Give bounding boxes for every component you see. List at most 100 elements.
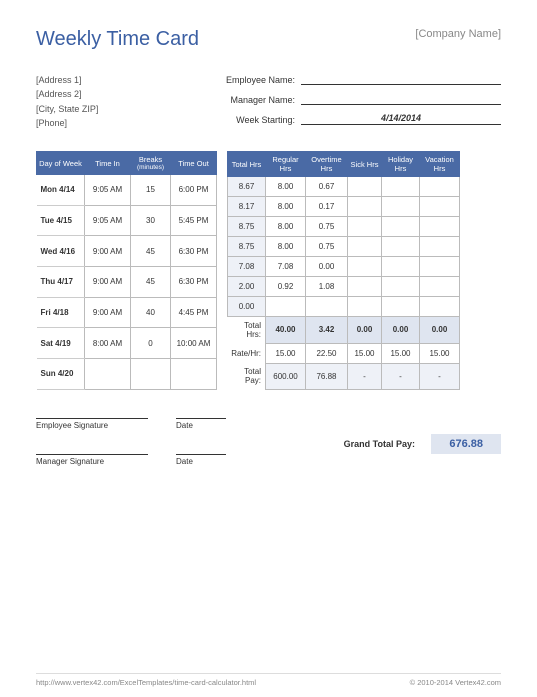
breaks-cell[interactable]: 0 xyxy=(131,328,171,359)
table-row: Mon 4/149:05 AM156:00 PM xyxy=(37,175,217,206)
day-cell: Mon 4/14 xyxy=(37,175,85,206)
vacation-hrs-cell[interactable] xyxy=(420,217,460,237)
time-in-cell[interactable]: 9:00 AM xyxy=(85,266,131,297)
city-state-zip: [City, State ZIP] xyxy=(36,102,211,116)
rate-overtime[interactable]: 22.50 xyxy=(306,343,348,363)
overtime-hrs-cell[interactable]: 0.17 xyxy=(306,197,348,217)
sick-hrs-cell[interactable] xyxy=(348,177,382,197)
regular-hrs-cell[interactable]: 8.00 xyxy=(266,217,306,237)
time-out-cell[interactable]: 5:45 PM xyxy=(171,205,217,236)
holiday-hrs-cell[interactable] xyxy=(382,237,420,257)
grand-total-value: 676.88 xyxy=(431,434,501,454)
pay-sick: - xyxy=(348,363,382,389)
sick-hrs-cell[interactable] xyxy=(348,277,382,297)
time-out-cell[interactable]: 6:30 PM xyxy=(171,236,217,267)
overtime-hrs-cell[interactable]: 1.08 xyxy=(306,277,348,297)
vacation-hrs-cell[interactable] xyxy=(420,197,460,217)
address-2: [Address 2] xyxy=(36,87,211,101)
vacation-hrs-cell[interactable] xyxy=(420,257,460,277)
time-out-cell[interactable]: 4:45 PM xyxy=(171,297,217,328)
overtime-hrs-cell[interactable] xyxy=(306,297,348,317)
time-in-cell[interactable]: 8:00 AM xyxy=(85,328,131,359)
vacation-hrs-cell[interactable] xyxy=(420,277,460,297)
vacation-hrs-cell[interactable] xyxy=(420,177,460,197)
col-time-out: Time Out xyxy=(171,152,217,175)
regular-hrs-cell[interactable] xyxy=(266,297,306,317)
vacation-hrs-cell[interactable] xyxy=(420,297,460,317)
vacation-hrs-cell[interactable] xyxy=(420,237,460,257)
overtime-hrs-cell[interactable]: 0.67 xyxy=(306,177,348,197)
day-cell: Sun 4/20 xyxy=(37,358,85,389)
time-out-cell[interactable] xyxy=(171,358,217,389)
week-starting-input[interactable]: 4/14/2014 xyxy=(301,113,501,125)
table-row: 0.00 xyxy=(228,297,460,317)
table-row: 2.000.921.08 xyxy=(228,277,460,297)
regular-hrs-cell[interactable]: 0.92 xyxy=(266,277,306,297)
breaks-cell[interactable]: 45 xyxy=(131,236,171,267)
regular-hrs-cell[interactable]: 8.00 xyxy=(266,237,306,257)
rate-holiday[interactable]: 15.00 xyxy=(382,343,420,363)
overtime-hrs-cell[interactable]: 0.75 xyxy=(306,217,348,237)
employee-signature-date[interactable]: Date xyxy=(176,418,226,430)
sick-hrs-cell[interactable] xyxy=(348,217,382,237)
holiday-hrs-cell[interactable] xyxy=(382,197,420,217)
col-time-in: Time In xyxy=(85,152,131,175)
time-in-cell[interactable]: 9:00 AM xyxy=(85,236,131,267)
time-in-cell[interactable]: 9:05 AM xyxy=(85,175,131,206)
time-out-cell[interactable]: 10:00 AM xyxy=(171,328,217,359)
pay-regular: 600.00 xyxy=(266,363,306,389)
sick-hrs-cell[interactable] xyxy=(348,297,382,317)
breaks-cell[interactable]: 45 xyxy=(131,266,171,297)
breaks-cell[interactable]: 30 xyxy=(131,205,171,236)
table-row: 8.758.000.75 xyxy=(228,237,460,257)
breaks-cell[interactable] xyxy=(131,358,171,389)
breaks-cell[interactable]: 40 xyxy=(131,297,171,328)
rate-sick[interactable]: 15.00 xyxy=(348,343,382,363)
table-row: 7.087.080.00 xyxy=(228,257,460,277)
time-out-cell[interactable]: 6:00 PM xyxy=(171,175,217,206)
manager-name-input[interactable] xyxy=(301,93,501,105)
manager-signature-line[interactable]: Manager Signature xyxy=(36,454,148,466)
overtime-hrs-cell[interactable]: 0.75 xyxy=(306,237,348,257)
sick-hrs-cell[interactable] xyxy=(348,197,382,217)
regular-hrs-cell[interactable]: 8.00 xyxy=(266,197,306,217)
pay-holiday: - xyxy=(382,363,420,389)
total-hrs-cell: 8.75 xyxy=(228,217,266,237)
day-cell: Wed 4/16 xyxy=(37,236,85,267)
total-regular: 40.00 xyxy=(266,317,306,344)
holiday-hrs-cell[interactable] xyxy=(382,297,420,317)
holiday-hrs-cell[interactable] xyxy=(382,177,420,197)
day-cell: Tue 4/15 xyxy=(37,205,85,236)
table-row: 8.678.000.67 xyxy=(228,177,460,197)
phone: [Phone] xyxy=(36,116,211,130)
total-hrs-cell: 7.08 xyxy=(228,257,266,277)
footer-link[interactable]: http://www.vertex42.com/ExcelTemplates/t… xyxy=(36,678,256,687)
footer-copyright: © 2010-2014 Vertex42.com xyxy=(410,678,501,687)
time-in-cell[interactable]: 9:00 AM xyxy=(85,297,131,328)
overtime-hrs-cell[interactable]: 0.00 xyxy=(306,257,348,277)
col-total-hrs: Total Hrs xyxy=(228,152,266,177)
time-entry-table: Day of Week Time In Breaks(minutes) Time… xyxy=(36,151,217,390)
col-sick-hrs: Sick Hrs xyxy=(348,152,382,177)
sick-hrs-cell[interactable] xyxy=(348,257,382,277)
time-out-cell[interactable]: 6:30 PM xyxy=(171,266,217,297)
regular-hrs-cell[interactable]: 7.08 xyxy=(266,257,306,277)
employee-signature-line[interactable]: Employee Signature xyxy=(36,418,148,430)
time-in-cell[interactable] xyxy=(85,358,131,389)
holiday-hrs-cell[interactable] xyxy=(382,257,420,277)
col-vacation-hrs: Vacation Hrs xyxy=(420,152,460,177)
rate-vacation[interactable]: 15.00 xyxy=(420,343,460,363)
day-cell: Sat 4/19 xyxy=(37,328,85,359)
table-row: 8.758.000.75 xyxy=(228,217,460,237)
holiday-hrs-cell[interactable] xyxy=(382,217,420,237)
manager-signature-date[interactable]: Date xyxy=(176,454,226,466)
employee-name-input[interactable] xyxy=(301,73,501,85)
breaks-cell[interactable]: 15 xyxy=(131,175,171,206)
header-fields: Employee Name: Manager Name: Week Starti… xyxy=(211,73,501,133)
regular-hrs-cell[interactable]: 8.00 xyxy=(266,177,306,197)
rate-regular[interactable]: 15.00 xyxy=(266,343,306,363)
time-in-cell[interactable]: 9:05 AM xyxy=(85,205,131,236)
total-hrs-cell: 2.00 xyxy=(228,277,266,297)
sick-hrs-cell[interactable] xyxy=(348,237,382,257)
holiday-hrs-cell[interactable] xyxy=(382,277,420,297)
